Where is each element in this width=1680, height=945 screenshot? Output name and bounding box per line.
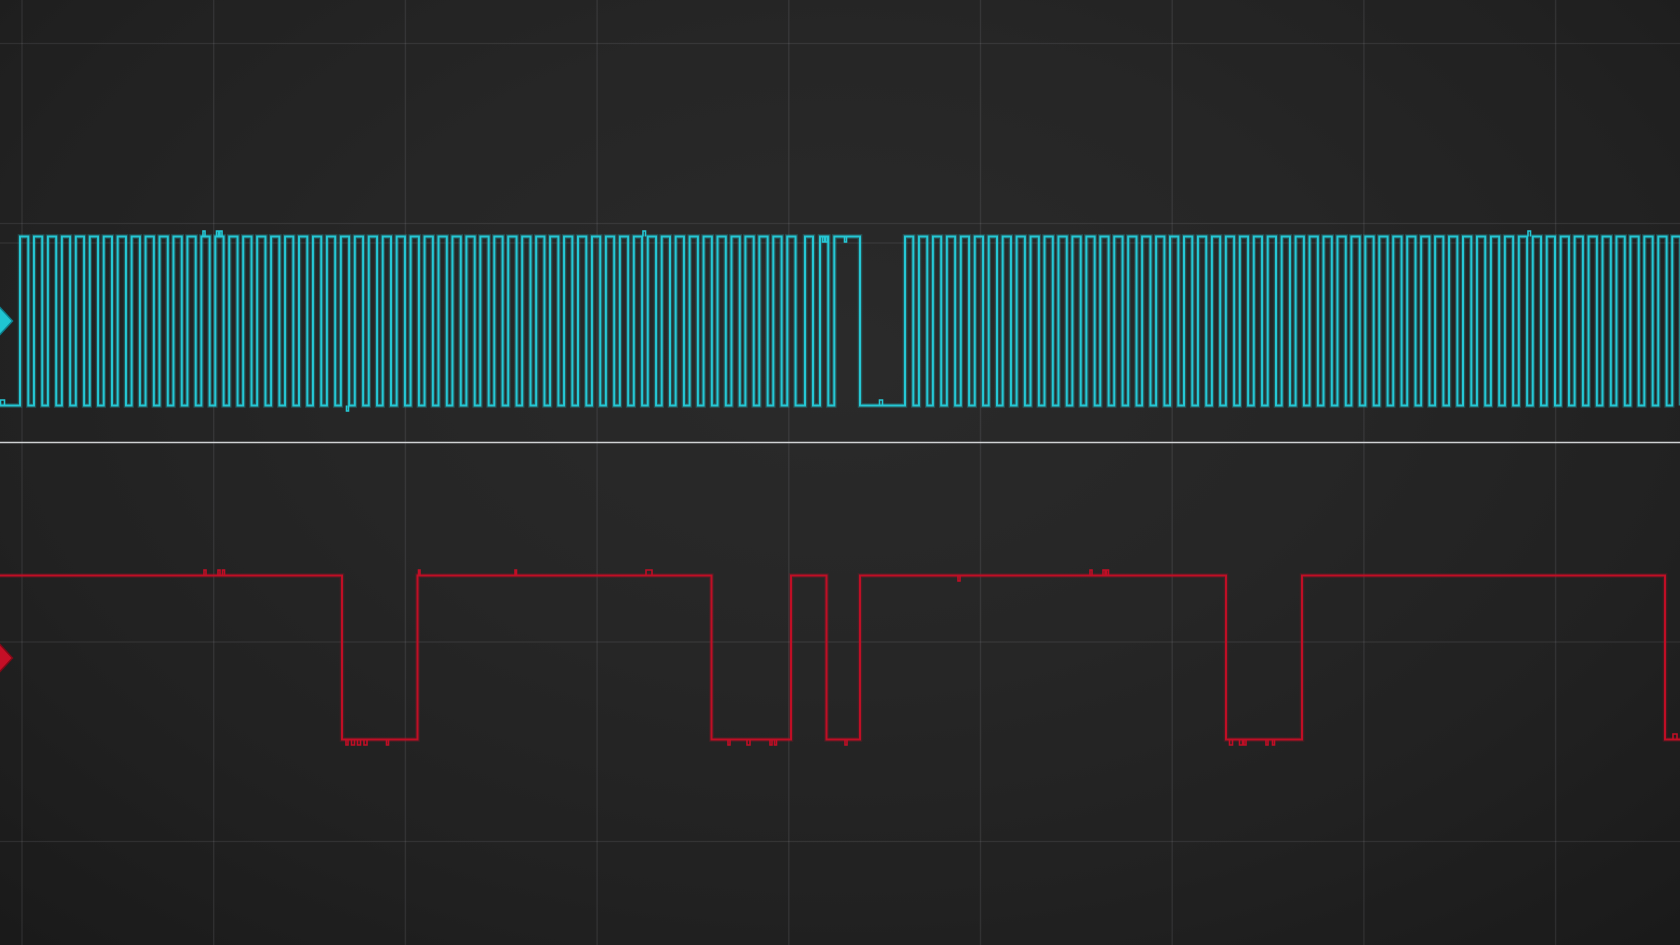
digital-traces — [0, 231, 1680, 745]
glitch-ticks-channel-1 — [204, 570, 1677, 745]
waveform-view[interactable]: Logic analyzer waveform view — [0, 0, 1680, 945]
grid-vertical-lines — [22, 0, 1556, 945]
channel-marker-channel-1-icon[interactable] — [0, 645, 13, 672]
digital-trace-channel-0 — [0, 231, 1680, 411]
channel-marker-channel-0-icon[interactable] — [0, 308, 13, 335]
channel-markers — [0, 308, 13, 672]
digital-trace-channel-1 — [0, 570, 1680, 745]
